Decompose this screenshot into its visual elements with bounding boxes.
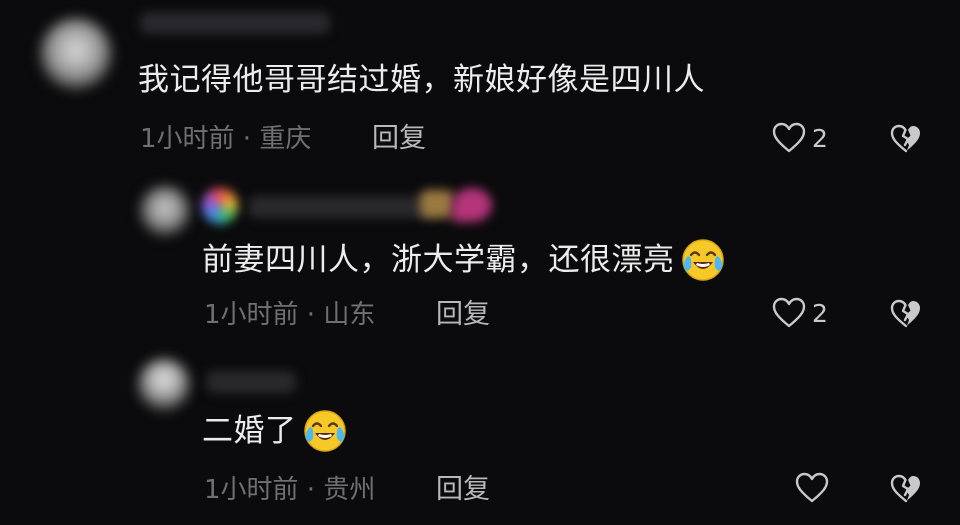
comment-item: 二婚了 1小时前 · 贵州 回复 — [0, 345, 960, 525]
username-emoji — [420, 190, 454, 218]
comment-text-content: 我记得他哥哥结过婚，新娘好像是四川人 — [138, 62, 705, 98]
like-button[interactable]: 2 — [772, 297, 828, 329]
like-count: 2 — [812, 298, 828, 328]
comment-item: 前妻四川人，浙大学霸，还很漂亮 1小时前 · 山东 回复 2 — [0, 170, 960, 345]
comment-text-content: 前妻四川人，浙大学霸，还很漂亮 — [202, 242, 675, 278]
crying-laughing-emoji — [303, 409, 347, 453]
comment-text: 我记得他哥哥结过婚，新娘好像是四川人 — [138, 60, 705, 100]
like-button[interactable] — [795, 472, 835, 504]
dislike-button[interactable] — [890, 124, 922, 154]
username-emoji — [452, 188, 492, 222]
crying-laughing-emoji — [681, 238, 725, 282]
broken-heart-icon — [890, 474, 922, 504]
username[interactable] — [206, 371, 296, 393]
comment-meta: 1小时前 · 重庆 — [140, 124, 312, 154]
broken-heart-icon — [890, 124, 922, 154]
username[interactable] — [140, 12, 330, 34]
reply-button[interactable]: 回复 — [436, 298, 490, 332]
heart-outline-icon — [795, 472, 829, 504]
comment-text: 二婚了 — [202, 409, 347, 453]
broken-heart-icon — [890, 299, 922, 329]
dislike-button[interactable] — [890, 474, 922, 504]
comment-meta: 1小时前 · 贵州 — [204, 475, 376, 505]
avatar[interactable] — [40, 18, 112, 90]
username[interactable] — [248, 196, 438, 218]
reply-button[interactable]: 回复 — [372, 122, 426, 156]
comment-text: 前妻四川人，浙大学霸，还很漂亮 — [202, 238, 725, 282]
comment-text-content: 二婚了 — [202, 413, 297, 449]
like-count: 2 — [812, 123, 828, 153]
avatar[interactable] — [140, 186, 190, 236]
dislike-button[interactable] — [890, 299, 922, 329]
heart-outline-icon — [772, 297, 806, 329]
reply-button[interactable]: 回复 — [436, 473, 490, 507]
heart-outline-icon — [772, 122, 806, 154]
username-emoji — [202, 188, 238, 224]
avatar[interactable] — [138, 359, 190, 411]
like-button[interactable]: 2 — [772, 122, 828, 154]
comment-item: 我记得他哥哥结过婚，新娘好像是四川人 1小时前 · 重庆 回复 2 — [0, 0, 960, 170]
comment-thread: 我记得他哥哥结过婚，新娘好像是四川人 1小时前 · 重庆 回复 2 前妻四川人，… — [0, 0, 960, 525]
comment-meta: 1小时前 · 山东 — [204, 300, 376, 330]
